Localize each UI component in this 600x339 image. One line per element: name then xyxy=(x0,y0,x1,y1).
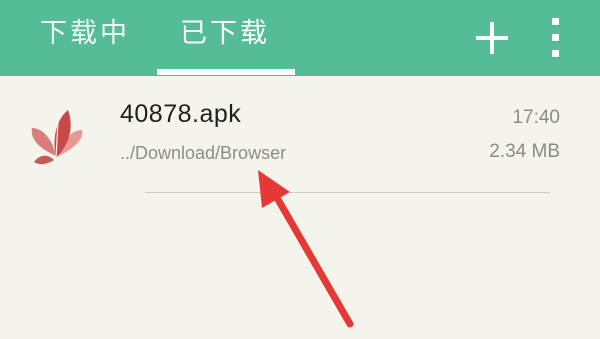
tab-downloaded[interactable]: 已下载 xyxy=(180,0,270,72)
list-divider xyxy=(145,192,550,193)
tab-downloading[interactable]: 下载中 xyxy=(40,0,130,72)
file-size: 2.34 MB xyxy=(489,141,560,162)
app-header: 下载中 已下载 xyxy=(0,0,600,76)
plus-icon xyxy=(476,22,508,54)
file-path: ../Download/Browser xyxy=(120,143,287,163)
file-name: 40878.apk xyxy=(120,100,242,128)
file-time: 17:40 xyxy=(512,107,560,128)
active-tab-indicator xyxy=(157,69,295,75)
add-button[interactable] xyxy=(474,20,510,56)
butterfly-app-icon xyxy=(18,104,96,174)
more-vertical-icon xyxy=(552,18,559,57)
more-options-button[interactable] xyxy=(546,16,566,60)
